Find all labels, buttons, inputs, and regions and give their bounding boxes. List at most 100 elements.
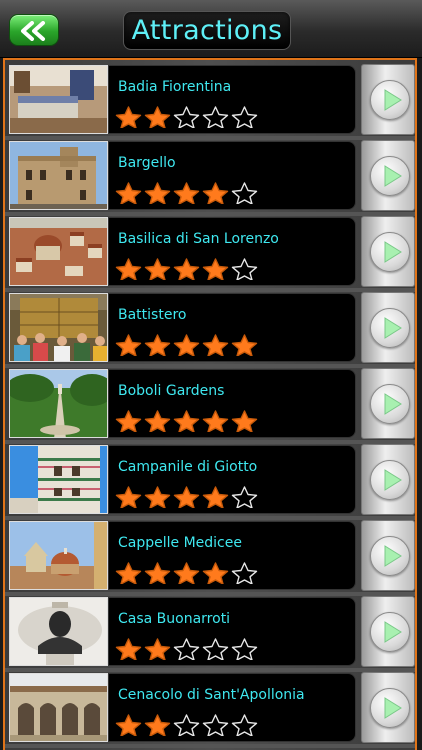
star-filled-icon [115, 334, 142, 356]
rating-stars [114, 258, 259, 280]
thumbnail-image [9, 369, 108, 438]
play-arrow-icon [384, 89, 402, 111]
rating-stars [114, 410, 259, 432]
attraction-name: Bargello [118, 155, 176, 171]
list-item[interactable]: Basilica di San Lorenzo [9, 216, 415, 287]
attraction-name: Cenacolo di Sant'Apollonia [118, 687, 305, 703]
thumbnail-image [9, 65, 108, 134]
star-empty-icon [202, 638, 229, 660]
star-filled-icon [144, 182, 171, 204]
list-item[interactable]: Battistero [9, 292, 415, 363]
attraction-info[interactable]: Casa Buonarroti [108, 597, 356, 666]
list-item[interactable]: Cappelle Medicee [9, 520, 415, 591]
attraction-name: Basilica di San Lorenzo [118, 231, 279, 247]
star-filled-icon [115, 714, 142, 736]
attraction-info[interactable]: Campanile di Giotto [108, 445, 356, 514]
thumbnail-image [9, 141, 108, 210]
interior-room-photo [10, 66, 107, 133]
attractions-list[interactable]: Badia Fiorentina Bargello Basilica di San … [3, 58, 417, 750]
star-filled-icon [115, 258, 142, 280]
list-item[interactable]: Bargello [9, 140, 415, 211]
attraction-name: Badia Fiorentina [118, 79, 232, 95]
star-empty-icon [231, 486, 258, 508]
play-arrow-icon [384, 393, 402, 415]
star-filled-icon [173, 182, 200, 204]
star-filled-icon [173, 258, 200, 280]
thumbnail-image [9, 673, 108, 742]
open-detail-button[interactable] [361, 64, 415, 135]
back-button[interactable] [9, 14, 59, 46]
attraction-info[interactable]: Badia Fiorentina [108, 65, 356, 134]
bronze-doors-crowd-photo [10, 294, 107, 361]
star-empty-icon [202, 714, 229, 736]
star-filled-icon [115, 638, 142, 660]
thumbnail-image [9, 597, 108, 666]
star-filled-icon [202, 258, 229, 280]
star-empty-icon [231, 714, 258, 736]
play-arrow-icon [384, 165, 402, 187]
star-filled-icon [231, 410, 258, 432]
star-filled-icon [173, 410, 200, 432]
star-filled-icon [144, 714, 171, 736]
star-filled-icon [115, 182, 142, 204]
attraction-info[interactable]: Bargello [108, 141, 356, 210]
thumbnail-image [9, 445, 108, 514]
star-empty-icon [231, 562, 258, 584]
play-arrow-icon [384, 697, 402, 719]
star-filled-icon [202, 486, 229, 508]
rating-stars [114, 334, 259, 356]
attraction-name: Campanile di Giotto [118, 459, 258, 475]
open-detail-button[interactable] [361, 444, 415, 515]
attraction-info[interactable]: Cappelle Medicee [108, 521, 356, 590]
open-detail-button[interactable] [361, 216, 415, 287]
star-empty-icon [231, 106, 258, 128]
thumbnail-image [9, 521, 108, 590]
list-item[interactable]: Cenacolo di Sant'Apollonia [9, 672, 415, 743]
play-arrow-icon [384, 469, 402, 491]
palace-photo [10, 142, 107, 209]
city-aerial-photo [10, 218, 107, 285]
star-filled-icon [144, 334, 171, 356]
open-detail-button[interactable] [361, 140, 415, 211]
open-detail-button[interactable] [361, 292, 415, 363]
star-filled-icon [115, 562, 142, 584]
star-filled-icon [202, 182, 229, 204]
star-empty-icon [231, 638, 258, 660]
attraction-name: Casa Buonarroti [118, 611, 231, 627]
star-filled-icon [115, 410, 142, 432]
garden-photo [10, 370, 107, 437]
rating-stars [114, 638, 259, 660]
attraction-name: Cappelle Medicee [118, 535, 242, 551]
attraction-info[interactable]: Battistero [108, 293, 356, 362]
list-item[interactable]: Boboli Gardens [9, 368, 415, 439]
star-empty-icon [202, 106, 229, 128]
open-detail-button[interactable] [361, 520, 415, 591]
attraction-info[interactable]: Basilica di San Lorenzo [108, 217, 356, 286]
open-detail-button[interactable] [361, 672, 415, 743]
attraction-info[interactable]: Cenacolo di Sant'Apollonia [108, 673, 356, 742]
open-detail-button[interactable] [361, 596, 415, 667]
rating-stars [114, 486, 259, 508]
list-item[interactable]: Casa Buonarroti [9, 596, 415, 667]
attraction-name: Boboli Gardens [118, 383, 225, 399]
star-empty-icon [173, 714, 200, 736]
star-filled-icon [202, 562, 229, 584]
star-filled-icon [144, 258, 171, 280]
dome-skyline-photo [10, 522, 107, 589]
star-filled-icon [202, 334, 229, 356]
play-arrow-icon [384, 545, 402, 567]
rating-stars [114, 106, 259, 128]
star-empty-icon [173, 106, 200, 128]
thumbnail-image [9, 293, 108, 362]
list-item[interactable]: Badia Fiorentina [9, 64, 415, 135]
title-box: Attractions [123, 11, 291, 50]
attraction-info[interactable]: Boboli Gardens [108, 369, 356, 438]
rating-stars [114, 182, 259, 204]
star-filled-icon [144, 106, 171, 128]
arcade-courtyard-photo [10, 674, 107, 741]
star-filled-icon [115, 106, 142, 128]
bell-tower-photo [10, 446, 107, 513]
open-detail-button[interactable] [361, 368, 415, 439]
star-filled-icon [115, 486, 142, 508]
list-item[interactable]: Campanile di Giotto [9, 444, 415, 515]
